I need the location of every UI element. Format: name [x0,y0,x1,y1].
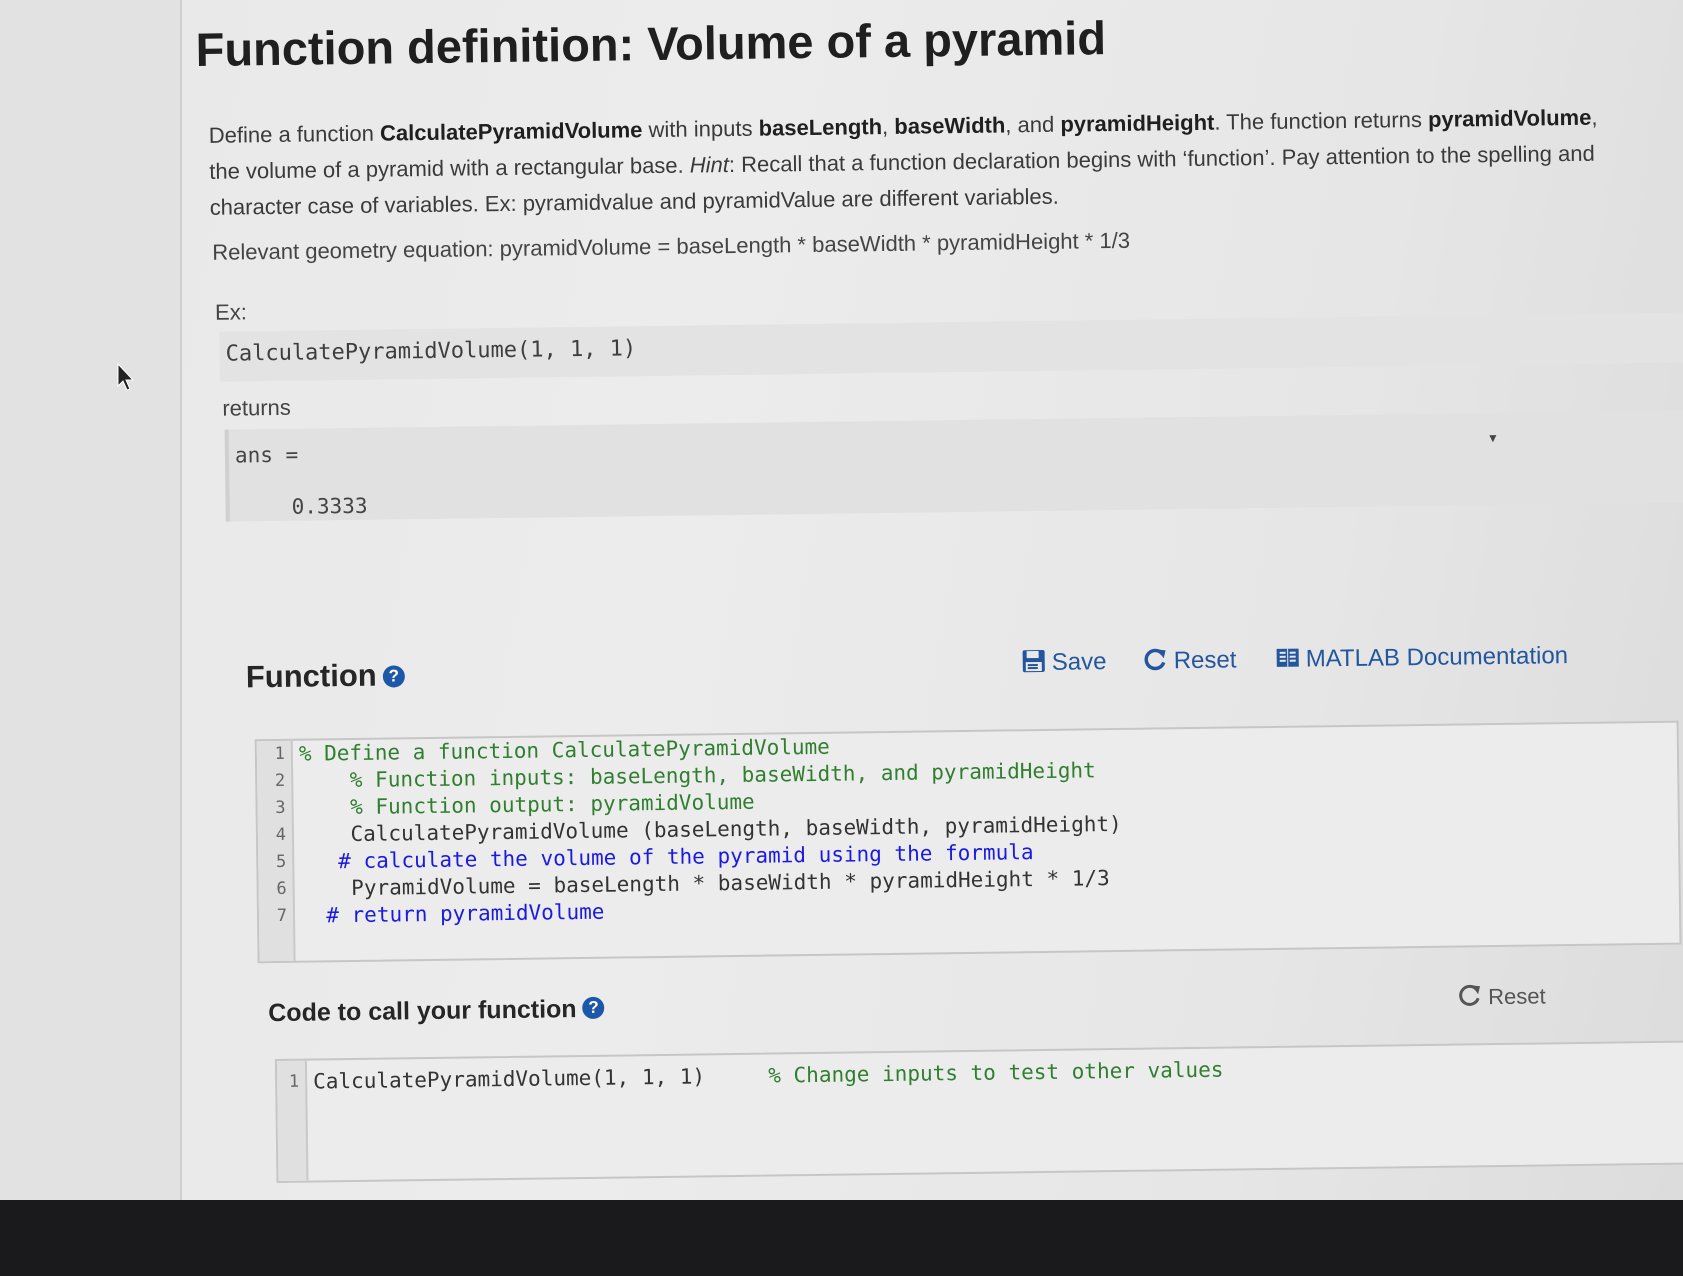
description-text: Define a function [208,120,381,148]
line-number: 6 [276,878,287,900]
left-rail [0,0,182,1200]
input-name: pyramidHeight [1060,109,1215,137]
floppy-disk-icon [1022,649,1045,673]
function-heading: Function? [246,657,405,695]
line-number: 5 [275,851,287,873]
reset-label: Reset [1487,983,1546,1010]
description-text: , and [1005,111,1061,138]
function-heading-label: Function [245,657,377,695]
call-reset-button[interactable]: Reset [1458,982,1546,1010]
example-output-box: ans = 0.3333 ▼ [224,410,1683,522]
problem-description: Define a function CalculatePyramidVolume… [209,100,1600,226]
line-number: 2 [274,770,286,792]
reset-arrow-icon [1459,984,1481,1006]
matlab-documentation-label: MATLAB Documentation [1305,642,1569,673]
book-icon [1276,648,1299,667]
line-number: 1 [274,743,286,765]
question-circle-icon[interactable]: ? [382,665,405,688]
ans-value: 0.3333 [291,493,368,519]
page-title: Function definition: Volume of a pyramid [195,11,1107,76]
call-code-heading-label: Code to call your function [268,995,577,1028]
hint-label: Hint [689,152,730,178]
line-number: 3 [275,797,286,819]
call-code-editor[interactable]: 1 CalculatePyramidVolume(1, 1, 1) % Chan… [274,1040,1683,1184]
save-label: Save [1051,648,1107,676]
call-code-heading: Code to call your function? [268,995,605,1028]
geometry-equation: Relevant geometry equation: pyramidVolum… [212,227,1131,265]
screen: Function definition: Volume of a pyramid… [0,0,1683,1200]
line-number-gutter: 1 [276,1060,309,1182]
input-name: baseLength [758,114,883,141]
mouse-cursor-icon [117,362,135,391]
returns-label: returns [222,394,291,421]
line-number-gutter: 1 2 3 4 5 6 7 [256,740,296,962]
reset-button[interactable]: Reset [1144,646,1237,675]
line-number: 7 [276,905,288,927]
save-button[interactable]: Save [1022,648,1107,677]
input-name: baseWidth [894,112,1006,139]
code-lines[interactable]: % Define a function CalculatePyramidVolu… [299,730,1123,930]
reset-label: Reset [1173,646,1237,675]
line-number: 1 [288,1071,300,1092]
content-area: Function definition: Volume of a pyramid… [195,0,1683,1200]
matlab-documentation-button[interactable]: MATLAB Documentation [1276,642,1569,674]
reset-arrow-icon [1144,648,1166,671]
function-code-editor[interactable]: 1 2 3 4 5 6 7 % Define a function Calcul… [254,720,1682,964]
example-call-box: CalculatePyramidVolume(1, 1, 1) [219,312,1683,382]
ans-label: ans = [234,442,299,468]
description-text: , [881,113,895,140]
code-lines[interactable]: CalculatePyramidVolume(1, 1, 1) % Change… [313,1057,1224,1096]
example-label: Ex: [214,299,248,325]
line-number: 4 [275,824,287,846]
call-code: CalculatePyramidVolume(1, 1, 1) [313,1064,706,1094]
output-name: pyramidVolume [1427,104,1592,132]
function-name: CalculatePyramidVolume [379,117,643,146]
call-code-comment: % Change inputs to test other values [768,1057,1224,1088]
question-circle-icon[interactable]: ? [582,996,605,1020]
code-line[interactable]: CalculatePyramidVolume(1, 1, 1) % Change… [313,1057,1224,1096]
description-text: . The function returns [1214,106,1429,135]
caret-down-icon: ▼ [1486,430,1499,446]
description-text: with inputs [642,115,759,143]
example-call-code: CalculatePyramidVolume(1, 1, 1) [225,336,637,367]
